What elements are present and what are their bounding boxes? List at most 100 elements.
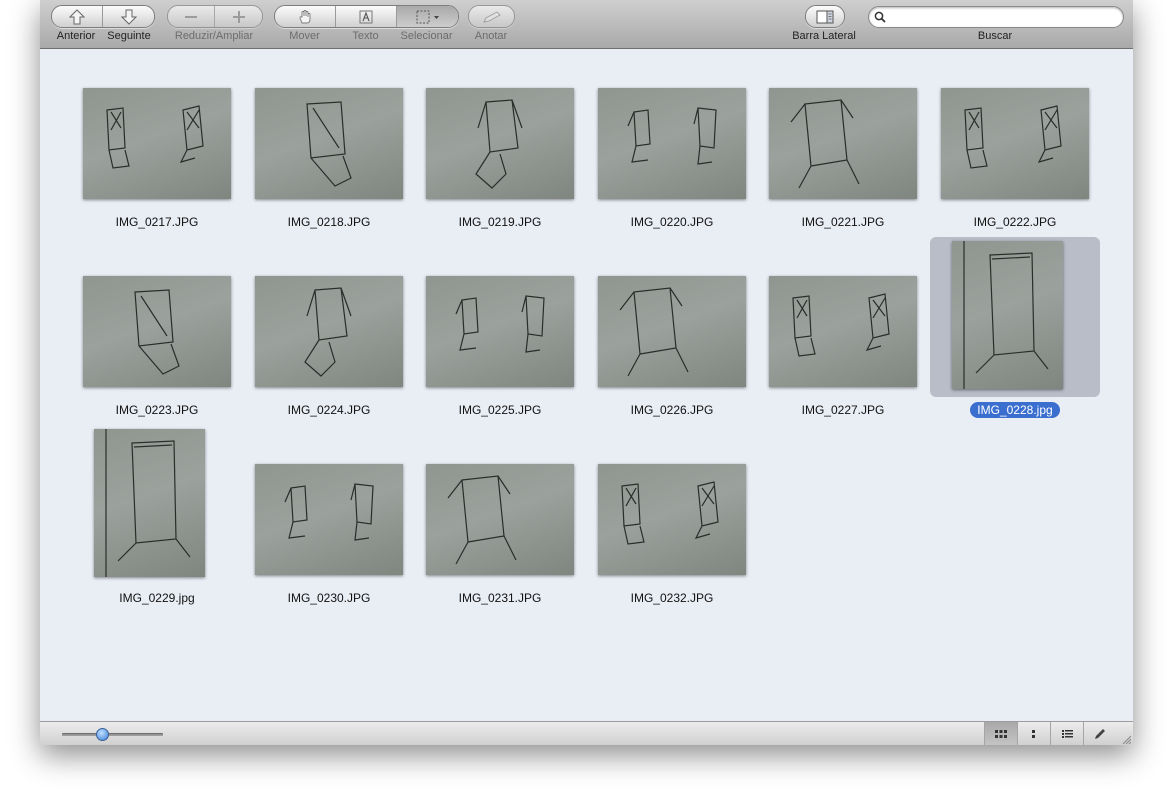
thumbnail-item[interactable]: IMG_0222.JPG [930,49,1100,229]
thumbnail-frame[interactable] [415,49,585,209]
list-view-icon [1061,730,1073,738]
thumbnail-frame[interactable] [758,49,928,209]
zoom-in-button[interactable] [215,6,262,27]
thumbnail-filename: IMG_0228.jpg [930,402,1100,418]
thumbnail-filename: IMG_0218.JPG [244,215,414,229]
column-view-button[interactable] [1017,722,1050,745]
photo-thumbnail[interactable] [952,241,1063,389]
photo-thumbnail[interactable] [426,464,574,575]
thumbnail-item[interactable]: IMG_0220.JPG [587,49,757,229]
slider-knob[interactable] [96,728,110,741]
zoom-out-button[interactable] [168,6,215,27]
minus-icon [185,15,197,18]
resize-grip-icon[interactable] [1121,734,1131,744]
sidebar-toggle-button[interactable] [806,6,844,27]
thumbnail-item[interactable]: IMG_0231.JPG [415,425,585,605]
thumbnail-item[interactable]: IMG_0217.JPG [72,49,242,229]
filename-text: IMG_0227.JPG [801,403,885,417]
photo-thumbnail[interactable] [769,276,917,387]
grid-view-button[interactable] [984,722,1017,745]
thumbnail-item[interactable]: IMG_0227.JPG [758,237,928,417]
photo-thumbnail[interactable] [426,276,574,387]
thumbnail-filename: IMG_0217.JPG [72,215,242,229]
column-view-icon [1032,730,1035,738]
thumbnail-frame[interactable] [587,49,757,209]
back-button[interactable] [52,6,103,27]
text-tool-button[interactable] [336,6,397,27]
photo-thumbnail[interactable] [83,88,231,199]
zoom-segment [167,5,263,28]
photo-thumbnail[interactable] [94,429,205,577]
thumbnail-item[interactable]: IMG_0221.JPG [758,49,928,229]
pencil-icon [482,10,501,23]
photo-thumbnail[interactable] [598,88,746,199]
thumbnail-item[interactable]: IMG_0224.JPG [244,237,414,417]
list-view-button[interactable] [1050,722,1083,745]
move-tool-button[interactable] [275,6,336,27]
thumbnail-item[interactable]: IMG_0219.JPG [415,49,585,229]
photo-thumbnail[interactable] [255,464,403,575]
thumbnail-frame[interactable] [415,425,585,585]
photo-thumbnail[interactable] [598,276,746,387]
preview-window: Anterior Seguinte Reduzir/Ampliar Mover … [40,0,1133,745]
selection-marquee-icon [416,10,439,23]
photo-thumbnail[interactable] [769,88,917,199]
thumbnail-grid: IMG_0217.JPG IMG_0218.JPG IMG_0219.JPG IMG_… [40,49,1133,721]
select-tool-button[interactable] [397,6,458,27]
thumbnail-frame[interactable] [72,49,242,209]
sidebar-label: Barra Lateral [792,30,856,42]
text-icon [359,10,373,23]
thumbnail-item[interactable]: IMG_0223.JPG [72,237,242,417]
photo-thumbnail[interactable] [598,464,746,575]
filename-text: IMG_0224.JPG [287,403,371,417]
thumbnail-frame[interactable] [244,425,414,585]
thumbnail-size-slider[interactable] [62,733,163,736]
thumbnail-frame[interactable] [758,237,928,397]
back-label: Anterior [56,30,96,42]
thumbnail-filename: IMG_0230.JPG [244,591,414,605]
thumbnail-filename: IMG_0220.JPG [587,215,757,229]
bottom-bar [40,721,1133,745]
search-icon [874,11,886,23]
forward-button[interactable] [103,6,154,27]
photo-thumbnail[interactable] [426,88,574,199]
thumbnail-frame[interactable] [72,425,242,585]
thumbnail-filename: IMG_0226.JPG [587,403,757,417]
filename-text: IMG_0223.JPG [115,403,199,417]
filename-text: IMG_0225.JPG [458,403,542,417]
filename-text: IMG_0229.jpg [119,591,195,605]
thumbnail-item[interactable]: IMG_0218.JPG [244,49,414,229]
thumbnail-item[interactable]: IMG_0229.jpg [72,425,242,605]
thumbnail-frame[interactable] [587,237,757,397]
thumbnail-filename: IMG_0219.JPG [415,215,585,229]
thumbnail-item[interactable]: IMG_0225.JPG [415,237,585,417]
thumbnail-item[interactable]: IMG_0228.jpg [930,237,1100,418]
thumbnail-frame[interactable] [415,237,585,397]
thumbnail-frame[interactable] [244,237,414,397]
photo-thumbnail[interactable] [83,276,231,387]
filename-text: IMG_0228.jpg [970,402,1060,418]
search-input[interactable] [889,9,1118,26]
annotate-button[interactable] [469,6,514,27]
filename-text: IMG_0230.JPG [287,591,371,605]
photo-thumbnail[interactable] [255,276,403,387]
thumbnail-filename: IMG_0222.JPG [930,215,1100,229]
down-arrow-icon [120,9,137,25]
search-field[interactable] [868,6,1124,28]
thumbnail-filename: IMG_0225.JPG [415,403,585,417]
thumbnail-filename: IMG_0232.JPG [587,591,757,605]
thumbnail-item[interactable]: IMG_0230.JPG [244,425,414,605]
tool-segment [274,5,459,28]
edit-button[interactable] [1083,722,1116,745]
photo-thumbnail[interactable] [941,88,1089,199]
thumbnail-item[interactable]: IMG_0226.JPG [587,237,757,417]
thumbnail-frame[interactable] [930,49,1100,209]
photo-thumbnail[interactable] [255,88,403,199]
thumbnail-frame[interactable] [930,237,1100,397]
thumbnail-frame[interactable] [244,49,414,209]
thumbnail-frame[interactable] [72,237,242,397]
thumbnail-filename: IMG_0229.jpg [72,591,242,605]
thumbnail-item[interactable]: IMG_0232.JPG [587,425,757,605]
move-label: Mover [289,30,320,42]
thumbnail-frame[interactable] [587,425,757,585]
